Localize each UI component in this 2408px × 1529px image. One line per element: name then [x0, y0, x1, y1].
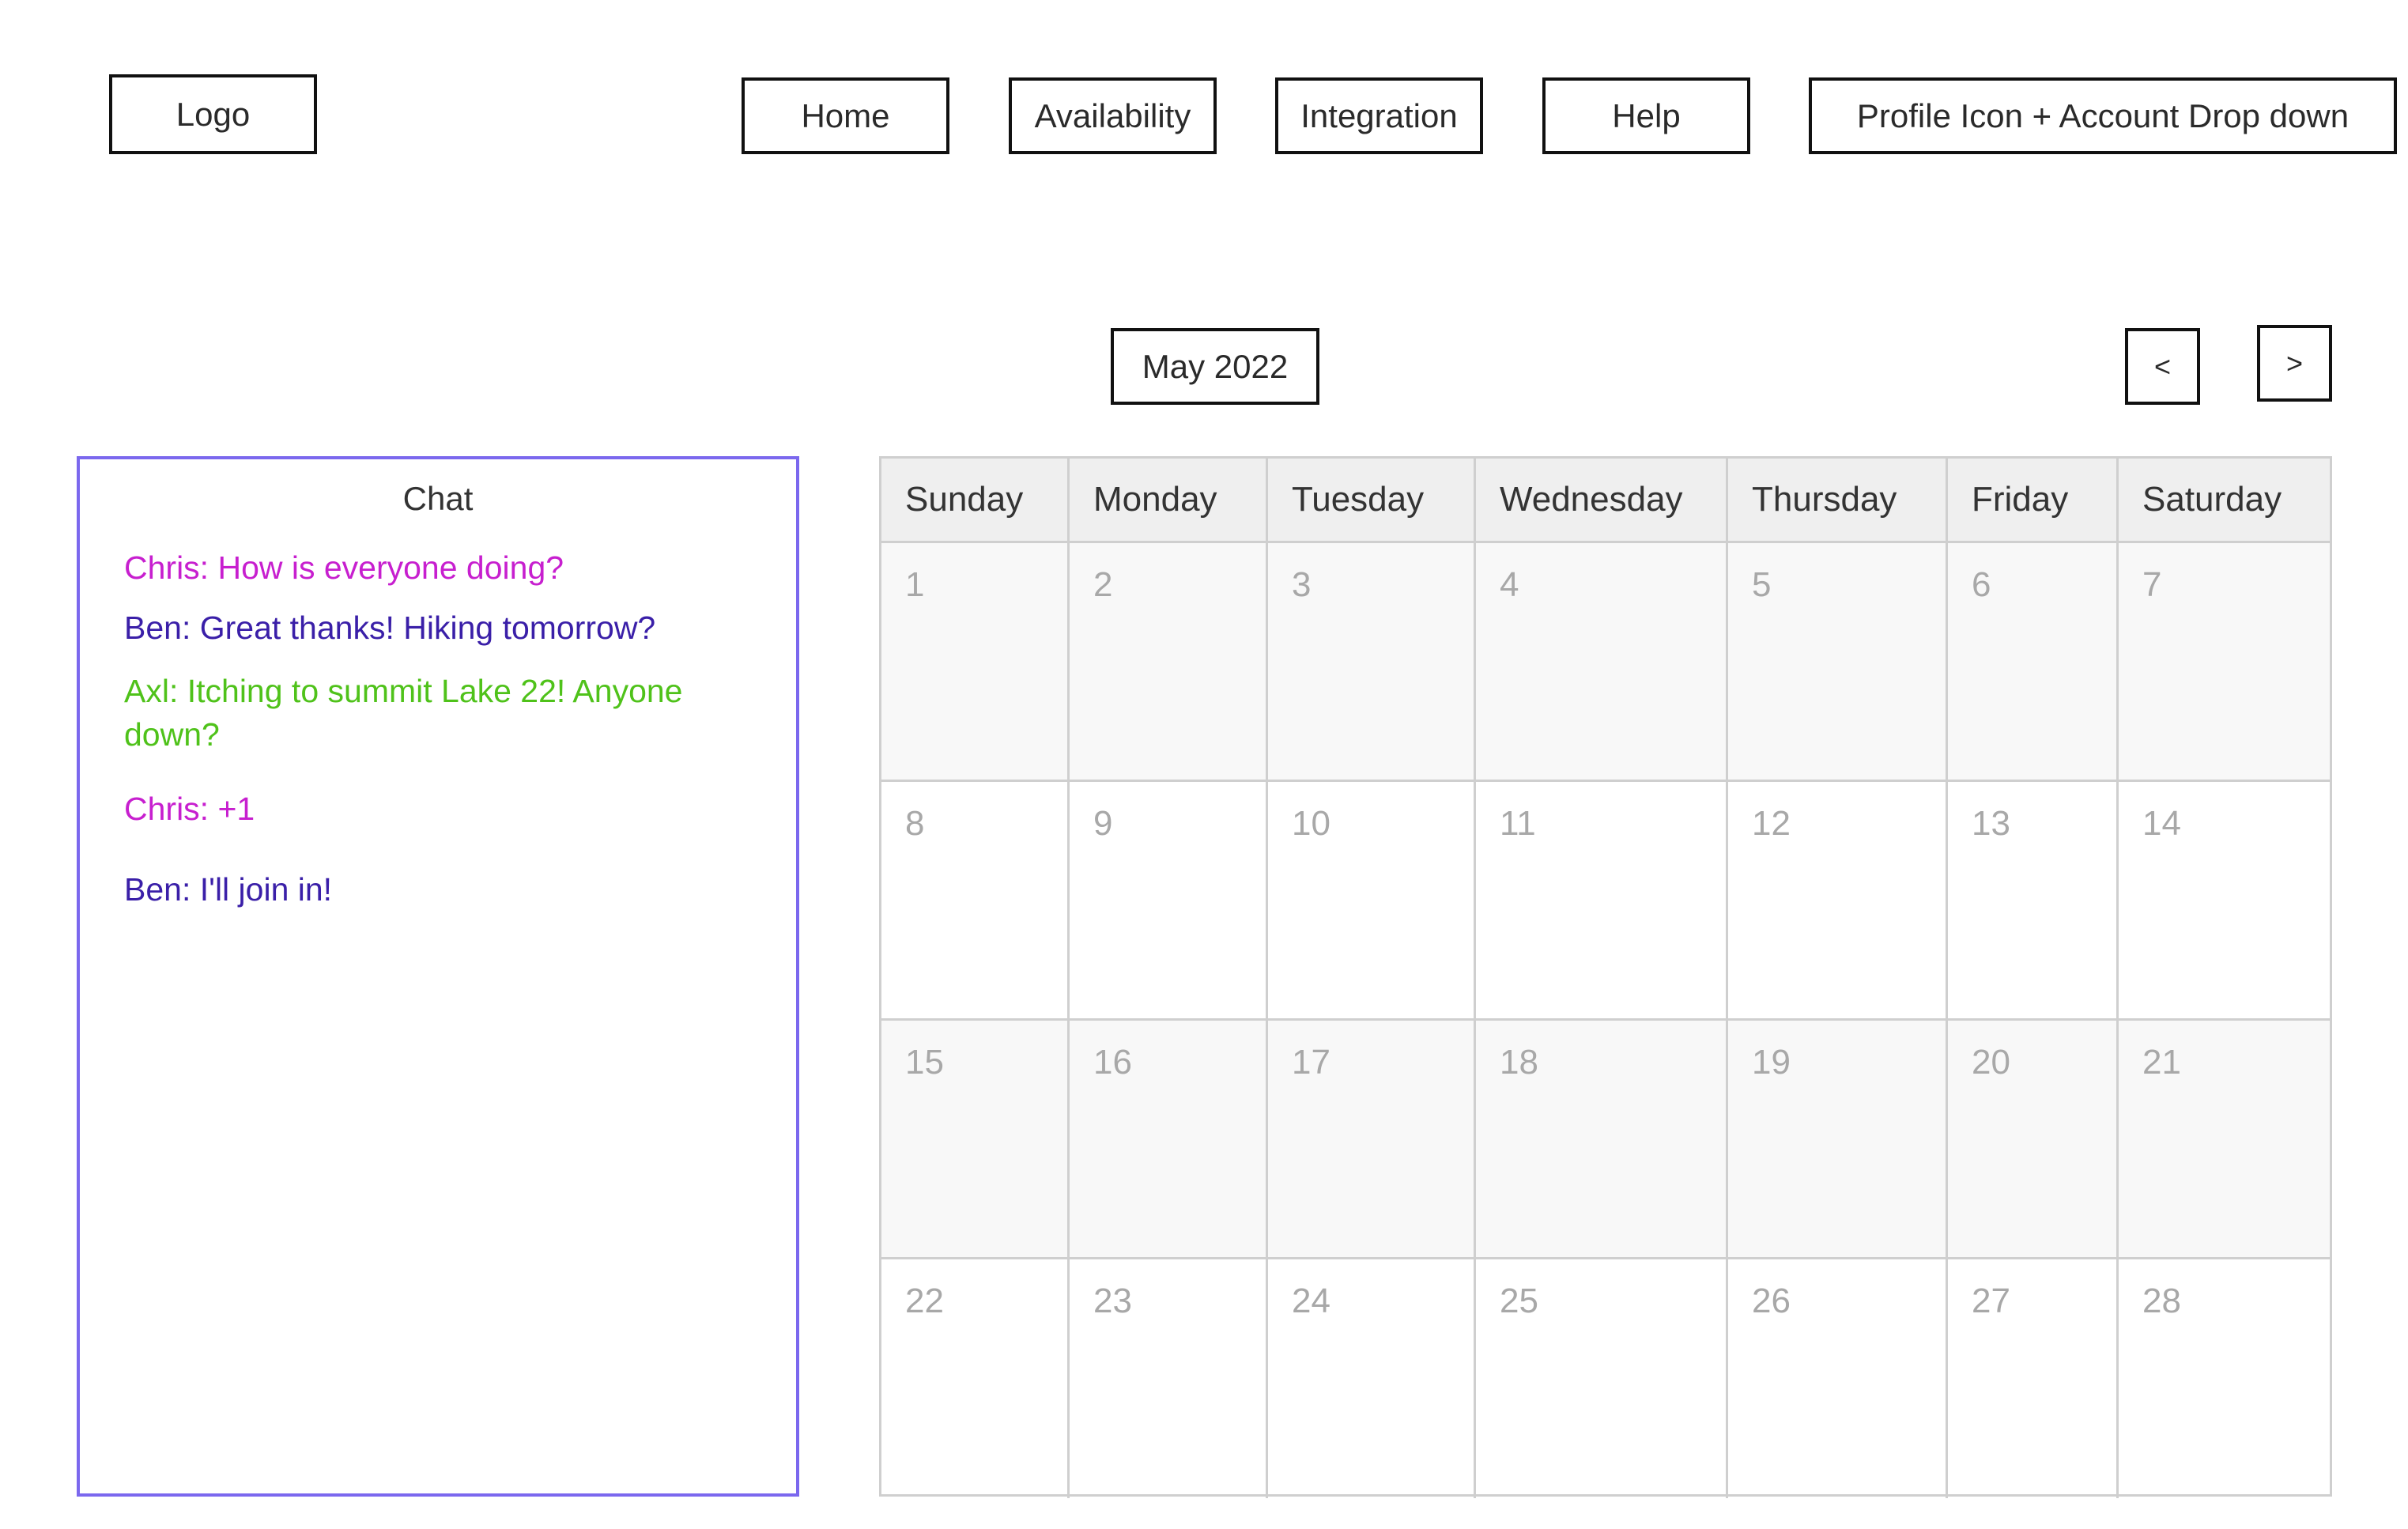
- calendar-day-cell[interactable]: 6: [1948, 543, 2119, 780]
- calendar-day-cell[interactable]: 2: [1070, 543, 1268, 780]
- calendar-day-cell[interactable]: 1: [881, 543, 1070, 780]
- weekday-header-monday: Monday: [1070, 459, 1268, 541]
- calendar-day-cell[interactable]: 25: [1476, 1259, 1728, 1498]
- calendar-weekday-header: Sunday Monday Tuesday Wednesday Thursday Frid…: [881, 459, 2330, 543]
- calendar-day-cell[interactable]: 8: [881, 782, 1070, 1018]
- nav-help-button[interactable]: Help: [1542, 77, 1750, 154]
- chat-panel: Chat Chris: How is everyone doing? Ben: …: [77, 456, 799, 1497]
- calendar-day-cell[interactable]: 15: [881, 1021, 1070, 1257]
- weekday-header-wednesday: Wednesday: [1476, 459, 1728, 541]
- calendar-day-cell[interactable]: 20: [1948, 1021, 2119, 1257]
- calendar-day-cell[interactable]: 24: [1268, 1259, 1476, 1498]
- next-month-button[interactable]: >: [2257, 325, 2332, 402]
- chat-title: Chat: [402, 480, 474, 517]
- calendar-day-cell[interactable]: 9: [1070, 782, 1268, 1018]
- calendar-day-cell[interactable]: 4: [1476, 543, 1728, 780]
- calendar-day-cell[interactable]: 11: [1476, 782, 1728, 1018]
- calendar-day-cell[interactable]: 18: [1476, 1021, 1728, 1257]
- calendar-day-cell[interactable]: 28: [2119, 1259, 2330, 1498]
- chat-message: Chris: +1: [124, 791, 255, 827]
- chat-message: Ben: Great thanks! Hiking tomorrow?: [124, 610, 656, 646]
- calendar-day-cell[interactable]: 7: [2119, 543, 2330, 780]
- calendar-day-cell[interactable]: 14: [2119, 782, 2330, 1018]
- logo: Logo: [109, 74, 317, 154]
- nav-availability-button[interactable]: Availability: [1009, 77, 1217, 154]
- calendar-day-cell[interactable]: 13: [1948, 782, 2119, 1018]
- prev-month-button[interactable]: <: [2125, 328, 2200, 405]
- weekday-header-tuesday: Tuesday: [1268, 459, 1476, 541]
- calendar-grid: Sunday Monday Tuesday Wednesday Thursday Frid…: [879, 456, 2332, 1498]
- weekday-header-thursday: Thursday: [1728, 459, 1948, 541]
- calendar-week-row: 22 23 24 25 26 27 28: [881, 1259, 2330, 1498]
- calendar-week-row: 8 9 10 11 12 13 14: [881, 782, 2330, 1021]
- nav-integration-button[interactable]: Integration: [1275, 77, 1483, 154]
- calendar-day-cell[interactable]: 27: [1948, 1259, 2119, 1498]
- calendar-week-row: 1234567: [881, 543, 2330, 782]
- calendar-day-cell[interactable]: 23: [1070, 1259, 1268, 1498]
- calendar-day-cell[interactable]: 19: [1728, 1021, 1948, 1257]
- calendar-day-cell[interactable]: 12: [1728, 782, 1948, 1018]
- weekday-header-friday: Friday: [1948, 459, 2119, 541]
- calendar-week-row: 15 16 17 18 19 20 21: [881, 1021, 2330, 1259]
- profile-account-dropdown[interactable]: Profile Icon + Account Drop down: [1809, 77, 2397, 154]
- calendar-day-cell[interactable]: 17: [1268, 1021, 1476, 1257]
- weekday-header-sunday: Sunday: [881, 459, 1070, 541]
- chat-message: Axl: Itching to summit Lake 22! Anyone d…: [124, 673, 683, 753]
- calendar-day-cell[interactable]: 22: [881, 1259, 1070, 1498]
- calendar-day-cell[interactable]: 10: [1268, 782, 1476, 1018]
- chat-message: Chris: How is everyone doing?: [124, 549, 564, 586]
- chat-message: Ben: I'll join in!: [124, 871, 333, 908]
- month-label: May 2022: [1111, 328, 1319, 405]
- weekday-header-saturday: Saturday: [2142, 480, 2282, 519]
- calendar-day-cell[interactable]: 16: [1070, 1021, 1268, 1257]
- calendar-day-cell[interactable]: 21: [2119, 1021, 2330, 1257]
- calendar-day-cell[interactable]: 26: [1728, 1259, 1948, 1498]
- nav-home-button[interactable]: Home: [742, 77, 949, 154]
- calendar-day-cell[interactable]: 3: [1268, 543, 1476, 780]
- calendar-day-cell[interactable]: 5: [1728, 543, 1948, 780]
